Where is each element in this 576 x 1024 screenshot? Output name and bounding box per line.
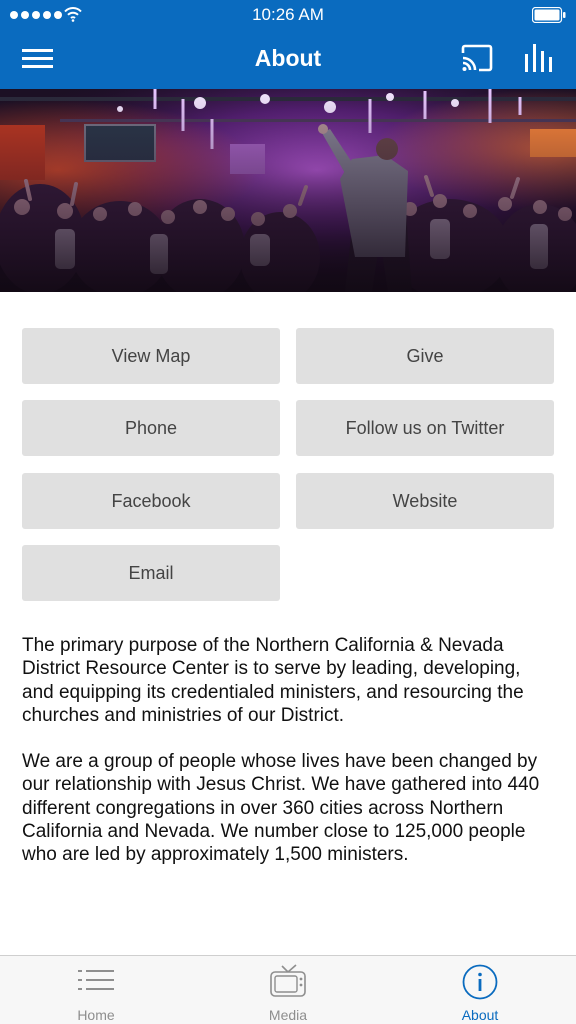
give-button[interactable]: Give xyxy=(296,328,554,384)
status-bar: 10:26 AM xyxy=(0,0,576,30)
tab-media-label: Media xyxy=(268,1007,308,1023)
about-paragraph: We are a group of people whose lives hav… xyxy=(22,751,540,866)
tab-home[interactable]: Home xyxy=(0,956,192,1024)
concert-photo xyxy=(0,89,576,292)
tab-home-label: Home xyxy=(77,1007,115,1023)
website-button[interactable]: Website xyxy=(296,473,554,529)
tab-about-label: About xyxy=(461,1007,499,1023)
email-button[interactable]: Email xyxy=(22,545,280,601)
stats-bars-icon[interactable] xyxy=(524,42,554,74)
battery-icon xyxy=(532,7,566,23)
list-icon xyxy=(78,970,114,990)
follow-twitter-button[interactable]: Follow us on Twitter xyxy=(296,400,554,456)
navigation-bar: About xyxy=(0,30,576,89)
hero-image xyxy=(0,89,576,292)
about-description: The primary purpose of the Northern Cali… xyxy=(22,634,556,890)
facebook-button[interactable]: Facebook xyxy=(22,473,280,529)
tab-bar: Home Media About xyxy=(0,955,576,1024)
view-map-button[interactable]: View Map xyxy=(22,328,280,384)
about-paragraph: The primary purpose of the Northern Cali… xyxy=(22,635,524,726)
tab-about[interactable]: About xyxy=(384,956,576,1024)
phone-button[interactable]: Phone xyxy=(22,400,280,456)
tv-icon xyxy=(270,964,306,997)
status-time: 10:26 AM xyxy=(252,5,324,24)
tab-media[interactable]: Media xyxy=(192,956,384,1024)
cast-icon[interactable] xyxy=(460,44,494,74)
info-icon xyxy=(462,964,498,1000)
